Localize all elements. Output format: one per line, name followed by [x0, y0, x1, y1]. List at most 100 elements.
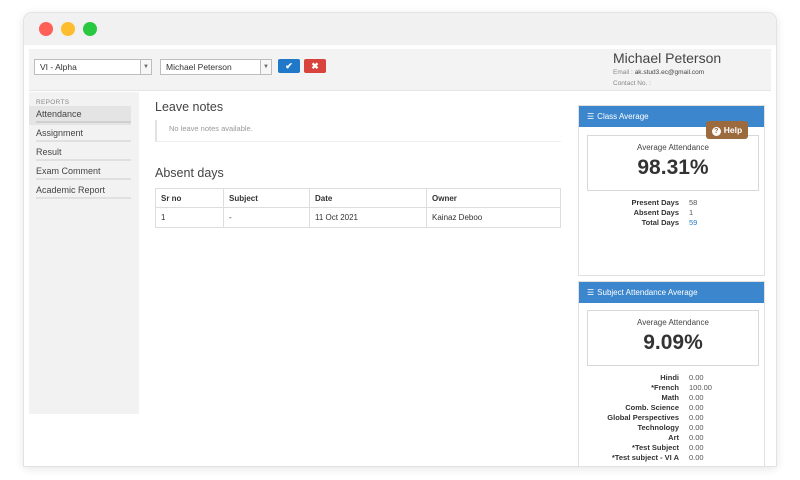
- student-email: ak.stud3.ec@gmail.com: [634, 69, 705, 76]
- subject-label: *French: [651, 383, 679, 392]
- subject-value: 0.00: [689, 423, 704, 432]
- check-icon: ✔: [285, 61, 293, 71]
- stat-row: Absent Days 1: [579, 208, 766, 218]
- stat-row: Present Days 58: [579, 198, 766, 208]
- close-icon: ✖: [311, 61, 319, 71]
- page-content: VI - Alpha ▼ Michael Peterson ▼ ✔ ✖ Mich…: [24, 45, 776, 466]
- sidebar-item-label: Assignment: [36, 128, 84, 138]
- avg-attendance-label: Average Attendance: [637, 143, 709, 152]
- list-icon: ☰: [587, 112, 595, 121]
- chevron-down-icon: ▼: [140, 59, 152, 75]
- table-cell: 11 Oct 2021: [309, 207, 427, 228]
- subject-average-title: Subject Attendance Average: [597, 288, 698, 297]
- sidebar-item-label: Exam Comment: [36, 166, 101, 176]
- total-days-link[interactable]: 59: [689, 218, 697, 228]
- table-cell: 1: [155, 207, 224, 228]
- leave-notes-title: Leave notes: [155, 100, 224, 114]
- subject-row: Global Perspectives 0.00: [579, 413, 766, 423]
- student-email-line: Email : ak.stud3.ec@gmail.com: [613, 67, 721, 78]
- subject-row: Math 0.00: [579, 393, 766, 403]
- column-header: Sr no: [155, 188, 224, 208]
- subject-value: 0.00: [689, 433, 704, 442]
- class-average-title: Class Average: [597, 112, 649, 121]
- class-average-box: Average Attendance 98.31%: [587, 135, 759, 191]
- filter-bar: VI - Alpha ▼ Michael Peterson ▼ ✔ ✖ Mich…: [29, 49, 771, 91]
- subject-value: 0.00: [689, 403, 704, 412]
- sidebar-item-academic-report[interactable]: Academic Report: [29, 182, 131, 201]
- stat-row: Total Days 59: [579, 218, 766, 228]
- sidebar-item-exam-comment[interactable]: Exam Comment: [29, 163, 131, 182]
- reports-sidebar: REPORTS Attendance Assignment Result Exa…: [29, 92, 139, 414]
- chevron-down-icon: ▼: [260, 59, 272, 75]
- subject-value: 0.00: [689, 393, 704, 402]
- subject-row: *Test subject - VI A 0.00: [579, 453, 766, 463]
- subject-average-panel: ☰ Subject Attendance Average Average Atte…: [578, 281, 765, 466]
- window-titlebar: [24, 13, 776, 45]
- student-select-value: Michael Peterson: [166, 62, 232, 72]
- table-cell: -: [223, 207, 310, 228]
- subject-row: Art 0.00: [579, 433, 766, 443]
- student-info: Michael Peterson Email : ak.stud3.ec@gma…: [613, 49, 721, 89]
- email-label: Email :: [613, 69, 633, 76]
- subject-value: 0.00: [689, 443, 704, 452]
- main-content: Leave notes No leave notes available. Ab…: [155, 100, 561, 228]
- contact-label: Contact No. :: [613, 80, 651, 87]
- stat-label: Present Days: [631, 198, 679, 207]
- help-label: Help: [723, 125, 743, 135]
- avg-attendance-value: 9.09%: [643, 331, 703, 354]
- minimize-window-button[interactable]: [61, 22, 75, 36]
- subject-row: Hindi 0.00: [579, 373, 766, 383]
- sidebar-item-label: Attendance: [36, 109, 82, 119]
- confirm-button[interactable]: ✔: [278, 59, 300, 73]
- stat-value: 1: [689, 208, 694, 217]
- maximize-window-button[interactable]: [83, 22, 97, 36]
- absent-days-table: Sr no Subject Date Owner 1 - 11 Oct 2021…: [155, 188, 561, 228]
- class-select[interactable]: VI - Alpha ▼: [34, 59, 152, 75]
- stat-value: 58: [689, 198, 698, 207]
- subject-label: *Test subject - VI A: [611, 453, 679, 462]
- subject-label: Math: [661, 393, 680, 402]
- subject-label: Global Perspectives: [607, 413, 679, 422]
- subject-average-box: Average Attendance 9.09%: [587, 310, 759, 366]
- student-name: Michael Peterson: [613, 50, 722, 66]
- stat-label: Absent Days: [633, 208, 679, 217]
- class-stats: Present Days 58 Absent Days 1 Total Days…: [579, 198, 766, 228]
- leave-notes-empty: No leave notes available.: [155, 120, 561, 142]
- list-icon: ☰: [587, 288, 595, 297]
- sidebar-item-attendance[interactable]: Attendance: [29, 106, 131, 125]
- subject-average-header: ☰ Subject Attendance Average: [579, 282, 764, 303]
- sidebar-item-result[interactable]: Result: [29, 144, 131, 163]
- subject-stats: Hindi 0.00 *French 100.00 Math 0.00 Comb. S…: [579, 373, 766, 463]
- subject-label: *Test Subject: [632, 443, 679, 452]
- question-icon: ?: [711, 127, 721, 136]
- table-row: 1 - 11 Oct 2021 Kainaz Deboo: [155, 207, 561, 228]
- subject-label: Comb. Science: [625, 403, 679, 412]
- avg-attendance-value: 98.31%: [637, 156, 709, 179]
- sidebar-heading: REPORTS: [36, 99, 70, 106]
- help-button[interactable]: ? Help: [706, 121, 748, 139]
- subject-value: 0.00: [689, 453, 704, 462]
- subject-value: 0.00: [689, 373, 704, 382]
- column-header: Owner: [426, 188, 561, 208]
- subject-row: *French 100.00: [579, 383, 766, 393]
- column-header: Subject: [223, 188, 310, 208]
- subject-row: Comb. Science 0.00: [579, 403, 766, 413]
- sidebar-item-label: Result: [36, 147, 62, 157]
- browser-window: VI - Alpha ▼ Michael Peterson ▼ ✔ ✖ Mich…: [24, 13, 776, 466]
- stat-label: Total Days: [641, 218, 679, 227]
- cancel-button[interactable]: ✖: [304, 59, 326, 73]
- avg-attendance-label: Average Attendance: [637, 318, 709, 327]
- table-header-row: Sr no Subject Date Owner: [155, 188, 561, 208]
- subject-label: Art: [668, 433, 679, 442]
- subject-label: Hindi: [660, 373, 679, 382]
- column-header: Date: [309, 188, 427, 208]
- sidebar-item-assignment[interactable]: Assignment: [29, 125, 131, 144]
- subject-value: 100.00: [689, 383, 712, 392]
- subject-row: *Test Subject 0.00: [579, 443, 766, 453]
- close-window-button[interactable]: [39, 22, 53, 36]
- subject-value: 0.00: [689, 413, 704, 422]
- table-cell: Kainaz Deboo: [426, 207, 561, 228]
- class-select-value: VI - Alpha: [40, 62, 77, 72]
- sidebar-item-label: Academic Report: [36, 185, 106, 195]
- student-select[interactable]: Michael Peterson ▼: [160, 59, 272, 75]
